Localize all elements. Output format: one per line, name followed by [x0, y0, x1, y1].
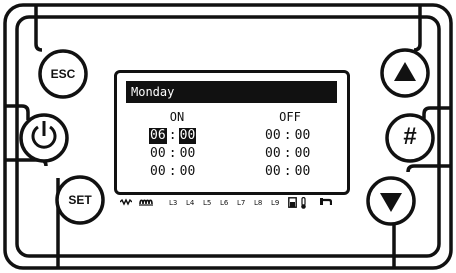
on-minute-3[interactable]: 00: [179, 164, 197, 180]
status-bar: L3 L4 L5 L6 L7 L8 L9: [120, 196, 342, 210]
status-label-l9: L9: [271, 199, 280, 207]
power-button[interactable]: [21, 115, 67, 161]
on-hour-1[interactable]: 06: [149, 128, 167, 144]
time-separator: :: [168, 164, 177, 179]
time-separator: :: [168, 128, 177, 143]
status-label-l7: L7: [237, 199, 246, 207]
heating-element-icon: [139, 199, 153, 206]
down-button[interactable]: [368, 178, 414, 224]
off-hour-1[interactable]: 00: [264, 128, 282, 144]
status-label-l8: L8: [254, 199, 263, 207]
status-label-l4: L4: [186, 199, 195, 207]
off-minute-3[interactable]: 00: [294, 164, 312, 180]
set-button[interactable]: [57, 177, 103, 223]
status-label-l6: L6: [220, 199, 229, 207]
on-minute-1[interactable]: 00: [178, 128, 197, 144]
off-hour-2[interactable]: 00: [264, 146, 282, 162]
off-hour-3[interactable]: 00: [264, 164, 282, 180]
tank-icon: [288, 197, 297, 208]
on-hour-2[interactable]: 00: [149, 146, 167, 162]
time-separator: :: [168, 146, 177, 161]
thermometer-icon: [301, 197, 306, 209]
status-label-l5: L5: [203, 199, 212, 207]
time-separator: :: [283, 146, 292, 161]
esc-button[interactable]: [40, 51, 86, 97]
off-minute-1[interactable]: 00: [294, 128, 312, 144]
off-time-2[interactable]: 00:00: [264, 146, 311, 162]
on-hour-3[interactable]: 00: [149, 164, 167, 180]
time-separator: :: [283, 128, 292, 143]
status-label-l3: L3: [169, 199, 178, 207]
day-title: Monday: [126, 81, 337, 103]
off-time-3[interactable]: 00:00: [264, 164, 311, 180]
lcd-screen: Monday ON OFF 06:00 00:00 00:00 00:00 00…: [114, 70, 350, 195]
on-minute-2[interactable]: 00: [179, 146, 197, 162]
on-time-3[interactable]: 00:00: [149, 164, 196, 180]
up-button[interactable]: [382, 50, 428, 96]
on-time-1[interactable]: 06:00: [149, 128, 197, 144]
off-minute-2[interactable]: 00: [294, 146, 312, 162]
on-time-2[interactable]: 00:00: [149, 146, 196, 162]
faucet-icon: [320, 198, 332, 205]
time-separator: :: [283, 164, 292, 179]
off-column-header: OFF: [279, 110, 301, 124]
control-panel: ESC SET # Monday ON OFF 06:00 00:00 00:0…: [0, 0, 456, 273]
on-column-header: ON: [169, 110, 185, 124]
hash-button[interactable]: [387, 115, 433, 161]
heater-coil-icon: [120, 198, 132, 206]
off-time-1[interactable]: 00:00: [264, 128, 311, 144]
